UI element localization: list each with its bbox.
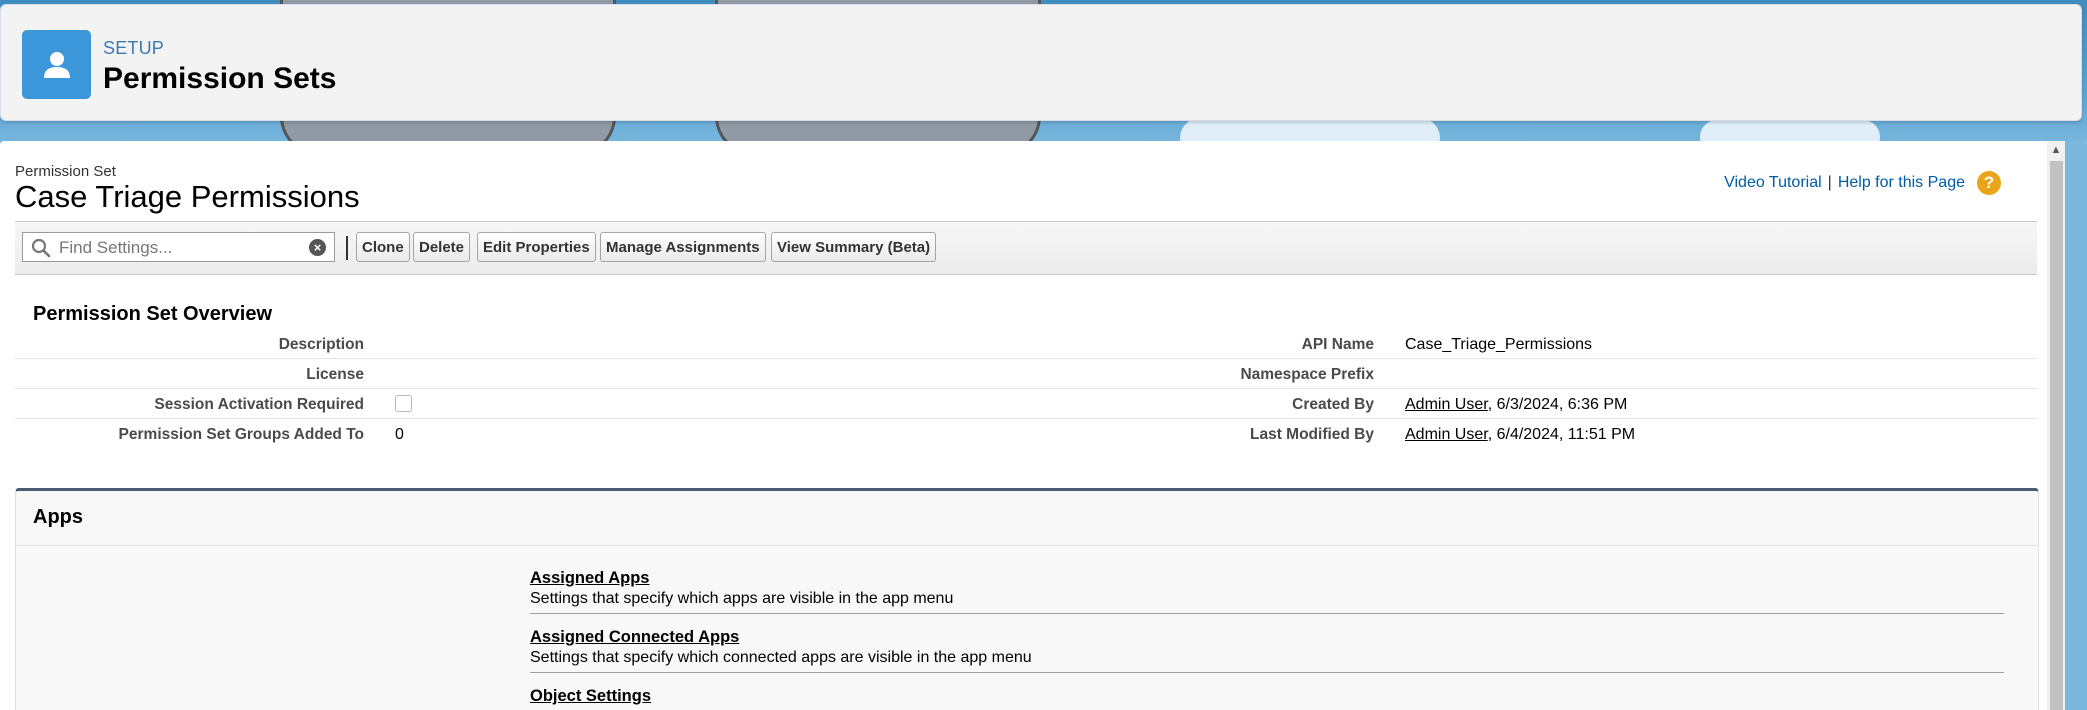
search-icon	[31, 238, 51, 263]
right-gutter	[2065, 141, 2087, 710]
overview-section-title: Permission Set Overview	[33, 303, 273, 325]
view-summary-button[interactable]: View Summary (Beta)	[771, 232, 937, 262]
apps-section-title: Apps	[33, 506, 83, 528]
clear-icon[interactable]: ×	[309, 239, 326, 256]
scrollbar-thumb[interactable]	[2050, 161, 2063, 710]
permission-set-groups-value: 0	[395, 426, 404, 443]
overview-detail-table: Description API Name Case_Triage_Permiss…	[15, 329, 2037, 448]
record-title: Case Triage Permissions	[15, 179, 360, 214]
object-settings-link[interactable]: Object Settings	[530, 687, 651, 705]
list-item: Assigned Apps Settings that specify whic…	[530, 569, 2004, 614]
modified-by-date: , 6/4/2024, 11:51 PM	[1487, 426, 1636, 443]
help-separator: |	[1827, 174, 1832, 191]
created-by-user-link[interactable]: Admin User	[1405, 396, 1488, 413]
detail-row: Description API Name Case_Triage_Permiss…	[15, 329, 2037, 359]
session-activation-checkbox	[395, 395, 412, 412]
page-title: Permission Sets	[103, 62, 337, 95]
api-name-value: Case_Triage_Permissions	[1405, 336, 1593, 353]
clone-button[interactable]: Clone	[356, 232, 410, 262]
list-item: Object Settings	[530, 687, 2004, 708]
edit-properties-button[interactable]: Edit Properties	[477, 232, 596, 262]
license-label: License	[306, 366, 364, 383]
namespace-prefix-label: Namespace Prefix	[1240, 366, 1374, 383]
vertical-scrollbar[interactable]: ▲	[2047, 141, 2065, 710]
assigned-apps-link[interactable]: Assigned Apps	[530, 569, 650, 587]
detail-row: License Namespace Prefix	[15, 359, 2037, 389]
detail-row: Session Activation Required Created By A…	[15, 389, 2037, 419]
assigned-apps-description: Settings that specify which apps are vis…	[530, 590, 954, 607]
user-icon	[22, 30, 91, 99]
find-settings-input[interactable]	[57, 236, 301, 260]
delete-button[interactable]: Delete	[413, 232, 471, 262]
created-by-label: Created By	[1292, 396, 1374, 413]
last-modified-by-value: Admin User, 6/4/2024, 11:51 PM	[1405, 426, 1635, 444]
list-item: Assigned Connected Apps Settings that sp…	[530, 628, 2004, 673]
toolbar-divider	[346, 236, 348, 260]
permission-set-groups-label: Permission Set Groups Added To	[118, 426, 364, 443]
last-modified-by-label: Last Modified By	[1249, 426, 1374, 443]
assigned-connected-apps-description: Settings that specify which connected ap…	[530, 649, 1032, 666]
video-tutorial-link[interactable]: Video Tutorial	[1724, 174, 1822, 192]
apps-section-header: Apps	[16, 491, 2038, 546]
manage-assignments-button[interactable]: Manage Assignments	[600, 232, 766, 262]
help-links: Video Tutorial | Help for this Page ?	[1724, 171, 2001, 195]
assigned-connected-apps-link[interactable]: Assigned Connected Apps	[530, 628, 739, 646]
object-type-label: Permission Set	[15, 163, 116, 180]
help-for-page-link[interactable]: Help for this Page	[1838, 174, 1965, 192]
detail-row: Permission Set Groups Added To 0 Last Mo…	[15, 419, 2037, 448]
session-activation-label: Session Activation Required	[154, 396, 364, 413]
scroll-up-arrow-icon[interactable]: ▲	[2047, 141, 2065, 159]
help-icon[interactable]: ?	[1977, 171, 2001, 195]
setup-header: SETUP Permission Sets	[0, 4, 2082, 121]
description-label: Description	[278, 336, 364, 353]
api-name-label: API Name	[1301, 336, 1374, 353]
main-content: Permission Set Case Triage Permissions V…	[0, 141, 2087, 710]
modified-by-user-link[interactable]: Admin User	[1405, 426, 1488, 443]
search-box: ×	[22, 232, 335, 262]
created-by-value: Admin User, 6/3/2024, 6:36 PM	[1405, 396, 1627, 414]
setup-eyebrow: SETUP	[103, 38, 165, 58]
toolbar: × Clone Delete Edit Properties Manage As…	[15, 221, 2037, 275]
created-by-date: , 6/3/2024, 6:36 PM	[1487, 396, 1628, 413]
apps-section: Apps Assigned Apps Settings that specify…	[15, 488, 2039, 710]
